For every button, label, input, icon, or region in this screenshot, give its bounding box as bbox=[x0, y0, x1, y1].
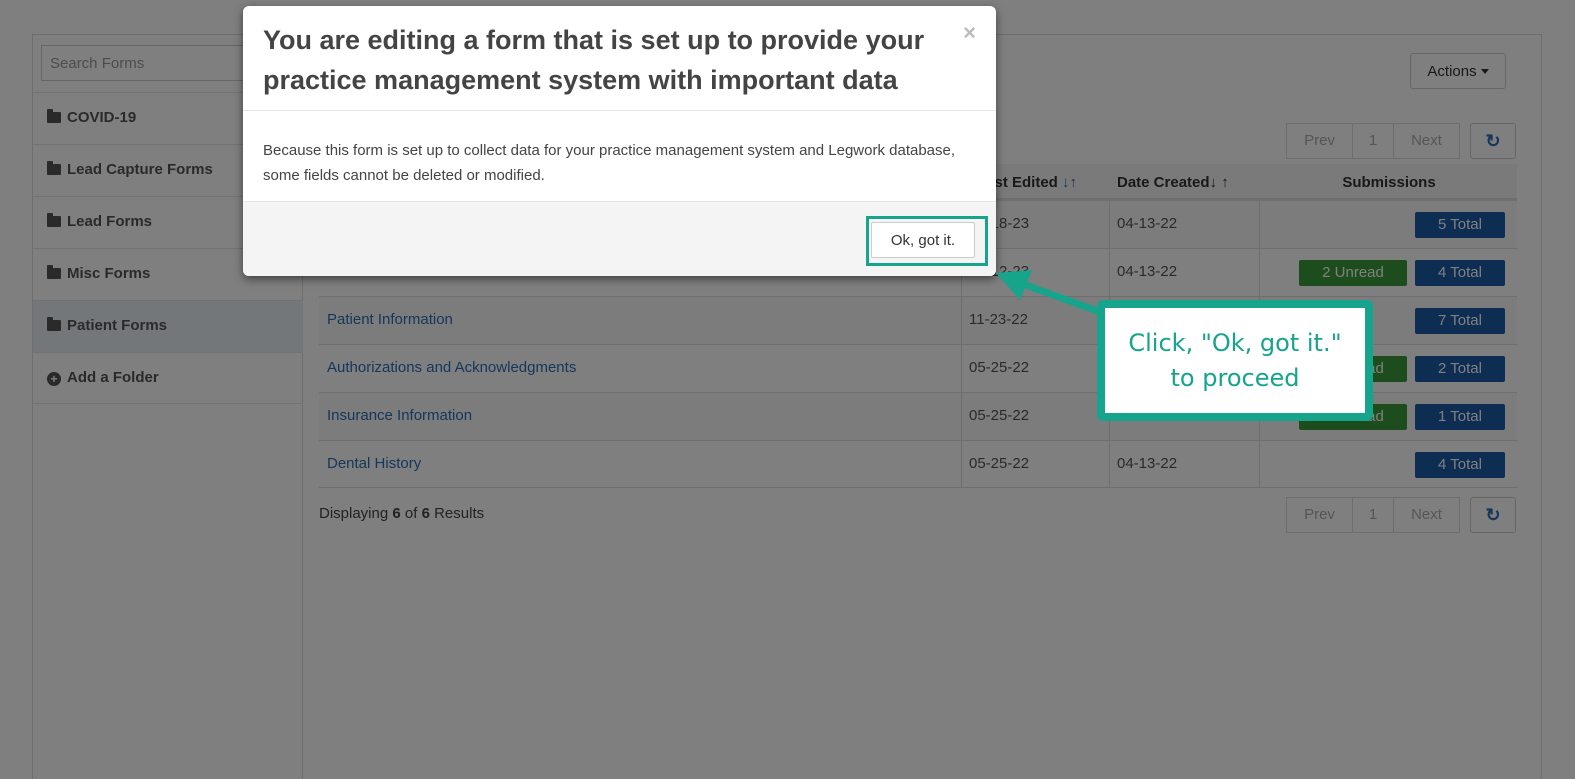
modal-body: Because this form is set up to collect d… bbox=[263, 142, 956, 184]
callout-text: Click, "Ok, got it." to proceed bbox=[1105, 308, 1365, 413]
instruction-callout: Click, "Ok, got it." to proceed bbox=[1097, 300, 1373, 421]
ok-button-highlight bbox=[866, 216, 988, 266]
modal-header: You are editing a form that is set up to… bbox=[243, 6, 996, 111]
modal-title: You are editing a form that is set up to… bbox=[263, 25, 925, 95]
close-icon[interactable]: × bbox=[963, 20, 976, 46]
